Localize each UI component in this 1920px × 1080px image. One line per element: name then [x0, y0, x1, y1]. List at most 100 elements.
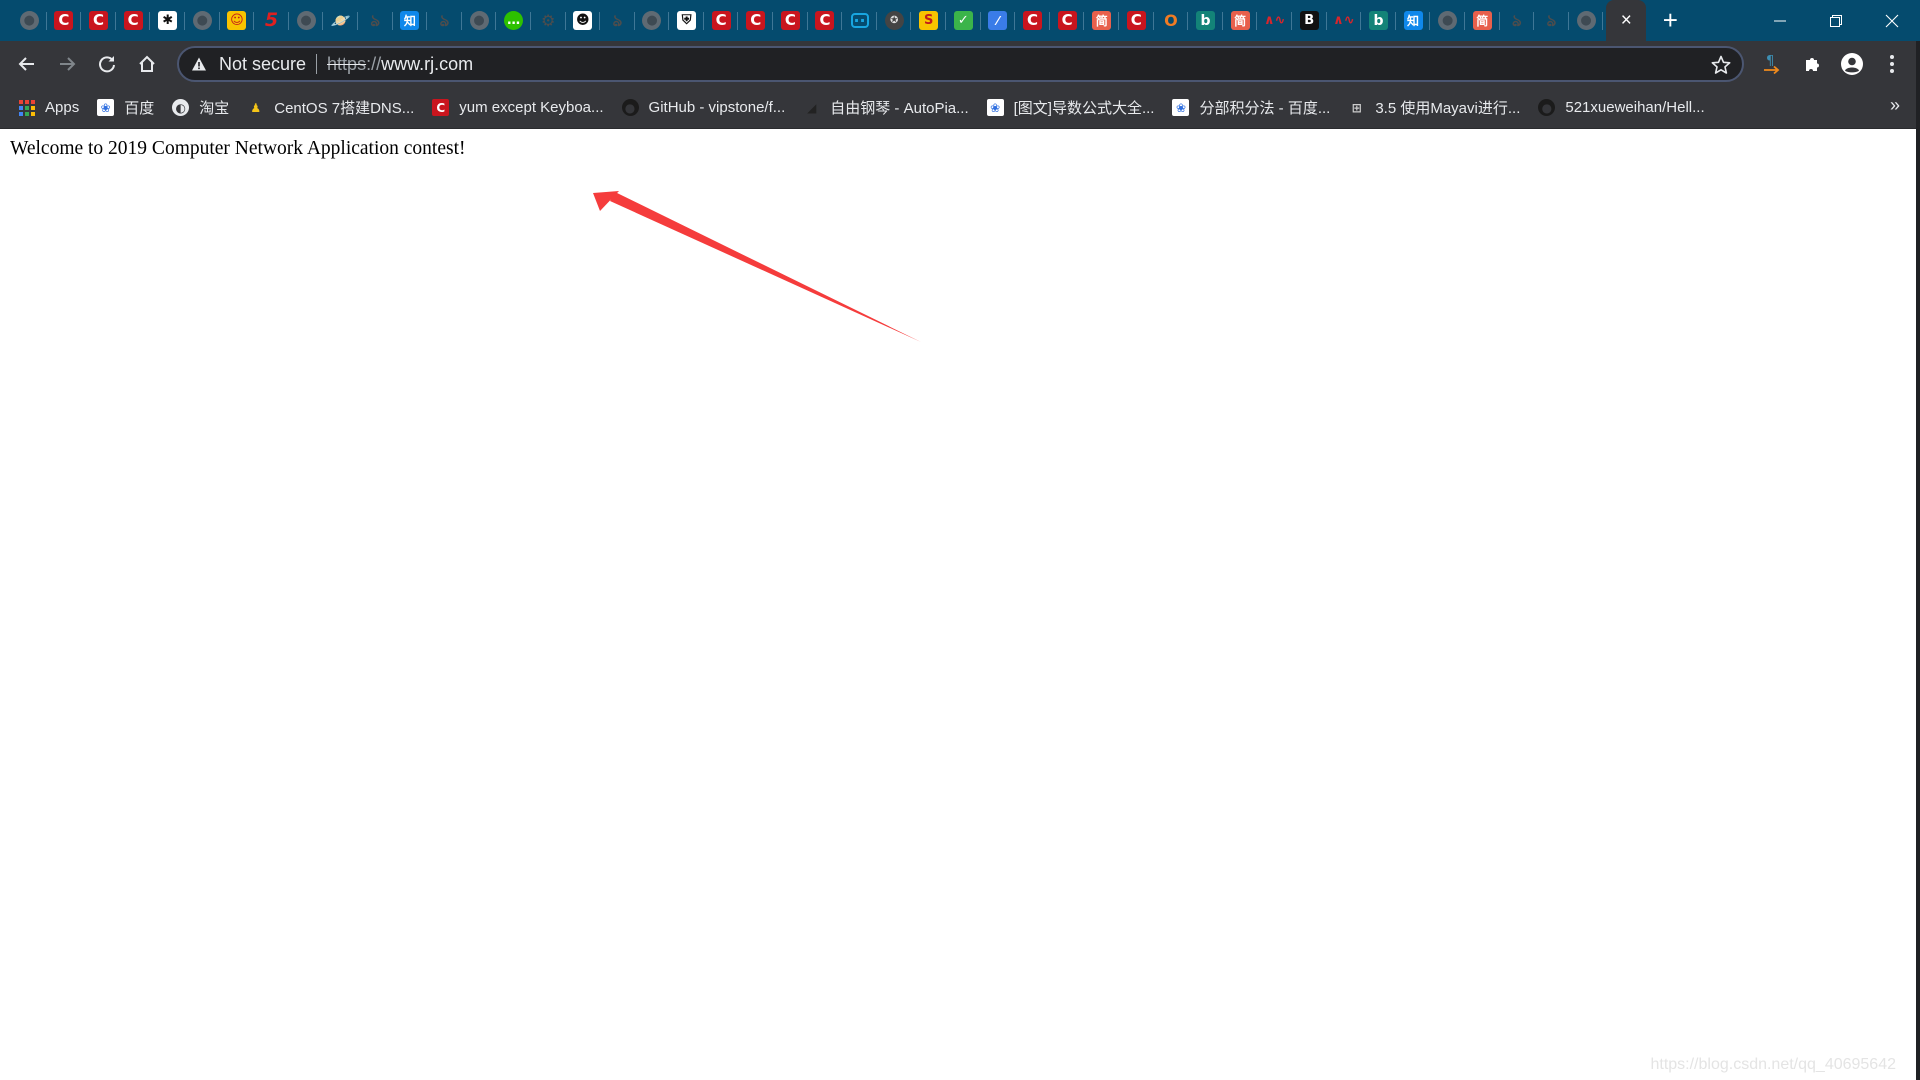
annotation-arrow-head: [593, 191, 619, 211]
pinned-tab[interactable]: 简: [1223, 0, 1258, 41]
pinned-tab[interactable]: C: [773, 0, 808, 41]
bookmark-item[interactable]: ⊞ 3.5 使用Mayavi进行...: [1340, 93, 1528, 123]
pinned-tab[interactable]: 5: [254, 0, 289, 41]
pinned-tab[interactable]: …: [496, 0, 531, 41]
pinned-tab[interactable]: 简: [1465, 0, 1500, 41]
pinned-tab[interactable]: O: [1154, 0, 1189, 41]
pinned-tab[interactable]: ☻: [566, 0, 601, 41]
pinned-tab[interactable]: 知: [1396, 0, 1431, 41]
pilcrow-arrow-icon: ¶: [1764, 54, 1780, 75]
pinned-tab[interactable]: ঌ: [600, 0, 635, 41]
pinned-tab[interactable]: ঌ: [427, 0, 462, 41]
reload-button[interactable]: [87, 44, 127, 84]
pinned-tab[interactable]: ✱: [150, 0, 185, 41]
bookmark-label: 淘宝: [199, 100, 230, 117]
pinned-tab[interactable]: C: [47, 0, 82, 41]
bookmark-label: 分部积分法 - 百度...: [1199, 100, 1331, 117]
translate-extension-button[interactable]: ¶: [1752, 44, 1792, 84]
extensions-button[interactable]: [1792, 44, 1832, 84]
pinned-tab[interactable]: ●: [289, 0, 324, 41]
pinned-tab[interactable]: b: [1361, 0, 1396, 41]
bookmark-label: Apps: [45, 99, 80, 116]
pinned-tab[interactable]: ●: [12, 0, 47, 41]
bookmark-item[interactable]: ● GitHub - vipstone/f...: [614, 93, 794, 123]
bookmark-item[interactable]: ● 521xueweihan/Hell...: [1530, 93, 1712, 123]
bookmark-star-icon[interactable]: [1710, 54, 1732, 76]
pinned-tab[interactable]: C: [704, 0, 739, 41]
pinned-tab[interactable]: ●: [462, 0, 497, 41]
tab-close-icon[interactable]: ×: [1621, 10, 1632, 32]
gear-flask-icon: ⚙: [541, 10, 556, 30]
bookmark-item[interactable]: Apps: [10, 93, 87, 123]
pinned-tab[interactable]: B: [1292, 0, 1327, 41]
pinned-tab[interactable]: ঌ: [1534, 0, 1569, 41]
pinned-tab[interactable]: C: [1119, 0, 1154, 41]
pinned-tab[interactable]: ●: [635, 0, 670, 41]
pinned-tab[interactable]: ⚙: [531, 0, 566, 41]
url-text[interactable]: https://www.rj.com: [327, 54, 473, 75]
bat-icon: ✱: [158, 11, 178, 30]
pinned-tab[interactable]: ✪: [877, 0, 912, 41]
pinned-tab[interactable]: ঌ: [358, 0, 393, 41]
pinned-tab[interactable]: C: [116, 0, 151, 41]
svg-text:¶: ¶: [1766, 54, 1774, 69]
forward-button[interactable]: [47, 44, 87, 84]
script-icon: ঌ: [439, 10, 450, 30]
pinned-tab[interactable]: ··: [842, 0, 877, 41]
script-icon: ঌ: [1512, 10, 1522, 30]
pinned-tab[interactable]: 知: [393, 0, 428, 41]
csdn-icon: C: [711, 11, 731, 30]
minimize-button[interactable]: [1752, 0, 1808, 41]
pinned-tab[interactable]: ঌ: [1500, 0, 1535, 41]
pinned-tab[interactable]: ✓: [946, 0, 981, 41]
pinned-tab[interactable]: S: [911, 0, 946, 41]
back-button[interactable]: [7, 44, 47, 84]
pinned-tab[interactable]: C: [81, 0, 116, 41]
pinned-tab[interactable]: C: [738, 0, 773, 41]
globe-icon: ●: [296, 11, 316, 30]
pinned-tab[interactable]: C: [1050, 0, 1085, 41]
pinned-tab[interactable]: b: [1188, 0, 1223, 41]
restore-button[interactable]: [1808, 0, 1864, 41]
security-indicator[interactable]: Not secure: [179, 48, 306, 80]
bookmarks-overflow-button[interactable]: »: [1890, 95, 1900, 116]
pinned-tab[interactable]: ●: [1569, 0, 1604, 41]
address-bar[interactable]: Not secure https://www.rj.com: [177, 46, 1744, 82]
baidu-paw-icon: ❀: [1172, 99, 1190, 116]
home-button[interactable]: [127, 44, 167, 84]
pinned-tab[interactable]: ●: [1430, 0, 1465, 41]
menu-button[interactable]: [1872, 44, 1912, 84]
welcome-heading: Welcome to 2019 Computer Network Applica…: [10, 138, 466, 159]
pinned-tab[interactable]: ☺: [220, 0, 255, 41]
globe-icon: ●: [1438, 11, 1458, 30]
profile-button[interactable]: [1832, 44, 1872, 84]
bookmark-item[interactable]: ♟ CentOS 7搭建DNS...: [239, 93, 422, 123]
bookmark-label: [图文]导数公式大全...: [1013, 100, 1155, 117]
web-page-content: Welcome to 2019 Computer Network Applica…: [0, 130, 1916, 1080]
bookmark-item[interactable]: ◐ 淘宝: [164, 93, 237, 123]
pinned-tab[interactable]: ⛨: [669, 0, 704, 41]
pinned-tab[interactable]: ∧∿: [1257, 0, 1292, 41]
reload-icon: [99, 56, 115, 73]
bookmark-item[interactable]: ❀ [图文]导数公式大全...: [979, 93, 1163, 123]
pinned-tab[interactable]: 简: [1084, 0, 1119, 41]
pinned-tab[interactable]: 🪐: [323, 0, 358, 41]
csdn-icon: C: [123, 11, 143, 30]
pinned-tab[interactable]: ⁄: [981, 0, 1016, 41]
close-window-button[interactable]: [1864, 0, 1920, 41]
active-tab[interactable]: ×: [1606, 0, 1647, 41]
zhihu-icon: 知: [1403, 11, 1423, 30]
bookmark-item[interactable]: ❀ 分部积分法 - 百度...: [1164, 93, 1338, 123]
pinned-tab[interactable]: ∧∿: [1327, 0, 1362, 41]
chip-separator: [316, 54, 318, 74]
bookmark-item[interactable]: Cyum except Keyboa...: [424, 93, 611, 123]
pinned-tab[interactable]: C: [1015, 0, 1050, 41]
warning-triangle-icon: [192, 57, 206, 71]
pinned-tab[interactable]: C: [808, 0, 843, 41]
new-tab-button[interactable]: +: [1646, 0, 1694, 41]
pinned-tab[interactable]: ●: [185, 0, 220, 41]
panda-icon: ☻: [573, 11, 593, 30]
bookmark-item[interactable]: ❀ 百度: [89, 93, 162, 123]
bookmark-item[interactable]: ◢ 自由钢琴 - AutoPia...: [795, 93, 976, 123]
s-logo-icon: S: [919, 11, 939, 30]
